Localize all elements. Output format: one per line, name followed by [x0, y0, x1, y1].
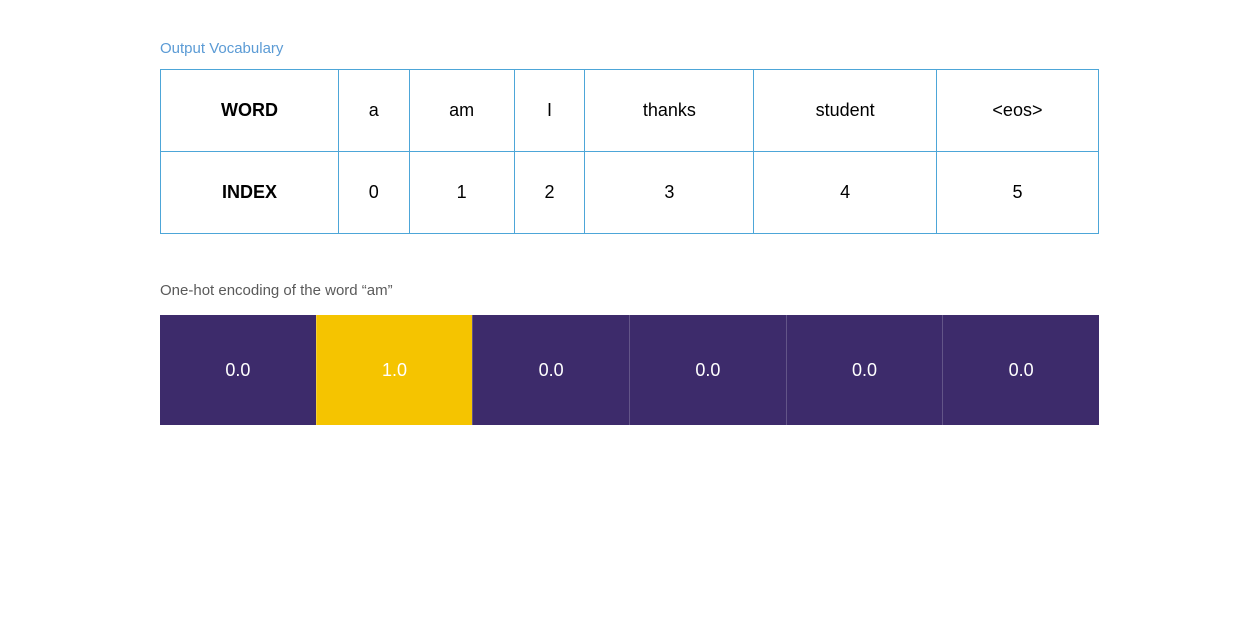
table-cell: am [409, 70, 514, 152]
table-cell: 2 [514, 152, 585, 234]
row-header: WORD [161, 70, 339, 152]
encoding-cell: 0.0 [629, 315, 786, 425]
encoding-section: One-hot encoding of the word “am” 0.01.0… [160, 282, 1099, 425]
vocab-table: WORDaamIthanksstudent<eos>INDEX012345 [160, 69, 1099, 234]
table-cell: 3 [585, 152, 754, 234]
encoding-cell: 0.0 [472, 315, 629, 425]
page-container: Output Vocabulary WORDaamIthanksstudent<… [0, 20, 1259, 445]
vocab-section-title: Output Vocabulary [160, 40, 1099, 57]
table-row: INDEX012345 [161, 152, 1099, 234]
vocab-section: Output Vocabulary WORDaamIthanksstudent<… [160, 40, 1099, 234]
table-cell: 4 [754, 152, 937, 234]
table-cell: thanks [585, 70, 754, 152]
table-cell: I [514, 70, 585, 152]
table-cell: <eos> [936, 70, 1098, 152]
table-cell: 0 [338, 152, 409, 234]
row-header: INDEX [161, 152, 339, 234]
encoding-cell: 1.0 [316, 315, 473, 425]
table-row: WORDaamIthanksstudent<eos> [161, 70, 1099, 152]
table-cell: student [754, 70, 937, 152]
encoding-title: One-hot encoding of the word “am” [160, 282, 1099, 299]
encoding-cell: 0.0 [942, 315, 1099, 425]
encoding-bar: 0.01.00.00.00.00.0 [160, 315, 1099, 425]
encoding-cell: 0.0 [786, 315, 943, 425]
table-cell: a [338, 70, 409, 152]
encoding-cell: 0.0 [160, 315, 316, 425]
table-cell: 1 [409, 152, 514, 234]
table-cell: 5 [936, 152, 1098, 234]
